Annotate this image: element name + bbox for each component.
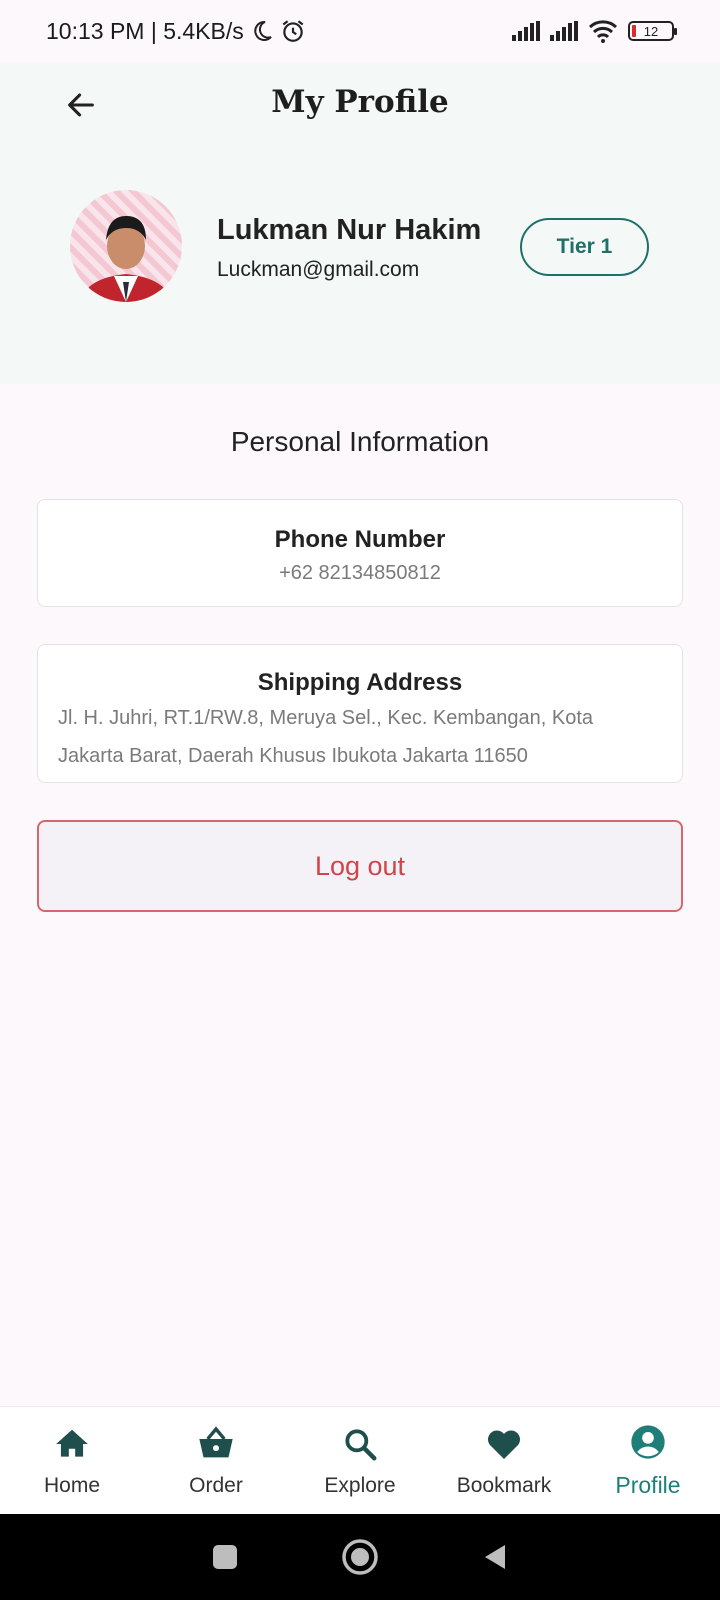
wifi-icon <box>588 20 618 43</box>
system-nav-bar <box>0 1514 720 1600</box>
alarm-icon <box>282 20 304 42</box>
battery-level: 12 <box>643 23 659 39</box>
section-title: Personal Information <box>230 426 490 457</box>
logout-button[interactable]: Log out <box>37 820 683 912</box>
tier-badge[interactable]: Tier 1 <box>520 218 649 276</box>
phone-card: Phone Number +62 82134850812 <box>37 499 683 607</box>
nav-item-explore[interactable]: Explore <box>288 1407 432 1514</box>
address-label: Shipping Address <box>257 669 463 696</box>
signal-icon <box>512 21 540 41</box>
user-name: Lukman Nur Hakim <box>217 214 482 246</box>
nav-item-bookmark[interactable]: Bookmark <box>432 1407 576 1514</box>
heart-icon <box>484 1424 524 1464</box>
address-value: Jl. H. Juhri, RT.1/RW.8, Meruya Sel., Ke… <box>58 707 594 767</box>
status-time-speed: 10:13 PM | 5.4KB/s <box>46 17 244 44</box>
home-button-icon[interactable] <box>340 1537 380 1577</box>
nav-item-profile[interactable]: Profile <box>576 1407 720 1514</box>
bottom-nav: Home Order Explore Bookmark Profile <box>0 1406 720 1514</box>
status-right: 12 <box>512 19 677 43</box>
address-card: Shipping Address Jl. H. Juhri, RT.1/RW.8… <box>37 644 683 783</box>
nav-item-home[interactable]: Home <box>0 1407 144 1514</box>
phone-label: Phone Number <box>274 526 446 553</box>
search-icon <box>340 1424 380 1464</box>
battery-icon: 12 <box>628 21 677 41</box>
nav-label-bookmark: Bookmark <box>456 1473 552 1497</box>
nav-label-profile: Profile <box>615 1472 681 1498</box>
status-bar: 10:13 PM | 5.4KB/s 12 <box>0 0 720 62</box>
home-icon <box>52 1424 92 1464</box>
recents-icon[interactable] <box>210 1542 240 1572</box>
basket-icon <box>196 1424 236 1464</box>
signal-icon-2 <box>550 21 578 41</box>
status-left: 10:13 PM | 5.4KB/s <box>46 18 306 45</box>
nav-item-order[interactable]: Order <box>144 1407 288 1514</box>
avatar <box>70 190 182 302</box>
user-email: Luckman@gmail.com <box>217 258 420 281</box>
nav-label-explore: Explore <box>324 1473 396 1497</box>
avatar-photo <box>80 216 172 302</box>
nav-label-home: Home <box>43 1473 101 1497</box>
back-triangle-icon[interactable] <box>480 1542 510 1572</box>
account-icon <box>628 1422 668 1462</box>
page-title: My Profile <box>271 84 449 120</box>
profile-header: My Profile Lukman Nur Hakim Luckman@gmai… <box>0 62 720 384</box>
phone-value: +62 82134850812 <box>279 562 441 584</box>
nav-label-order: Order <box>189 1473 243 1497</box>
moon-icon <box>254 20 272 41</box>
